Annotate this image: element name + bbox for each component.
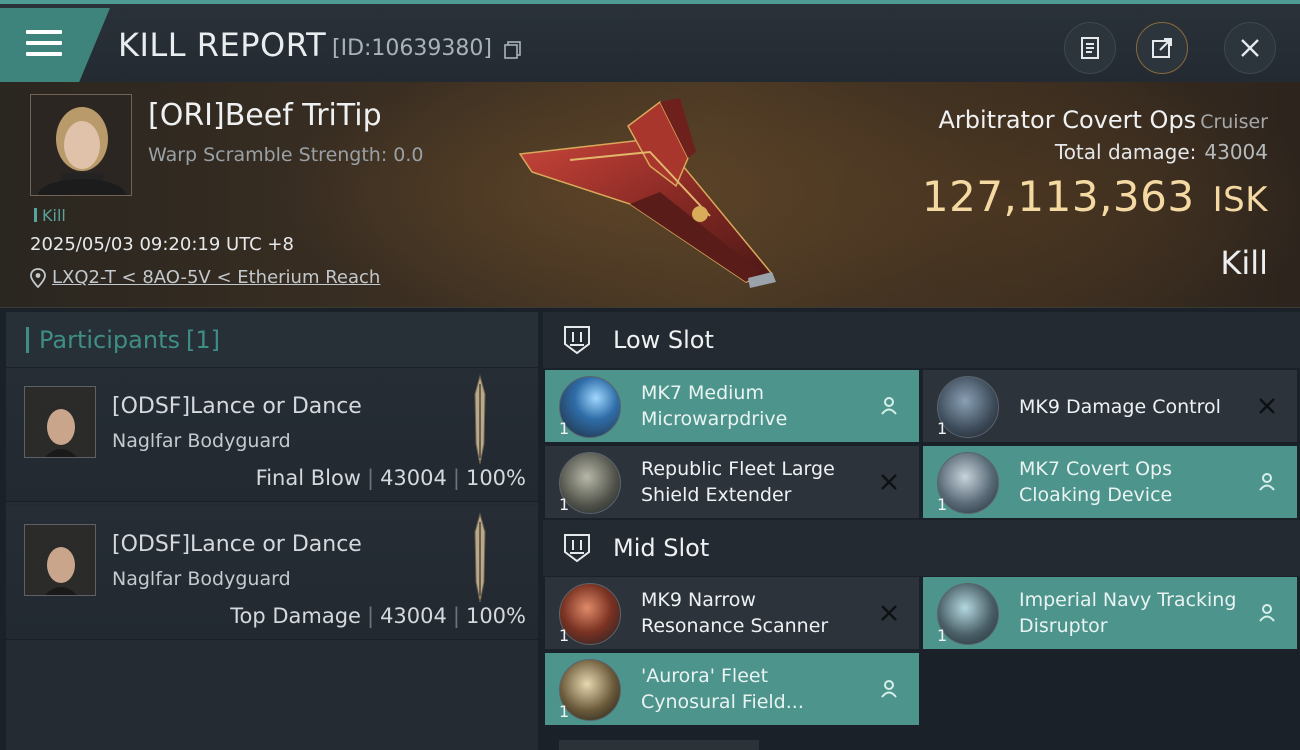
ship-render-icon [518, 98, 776, 288]
module-qty: 1 [937, 626, 948, 645]
dropped-person-icon [1259, 473, 1275, 491]
victim-portrait[interactable] [30, 94, 132, 196]
fitting-panel: Low Slot 1 MK7 Medium Microwarpdrive 1 M… [543, 312, 1300, 750]
module-name: MK7 Medium Microwarpdrive [641, 382, 788, 430]
total-damage-label: Total damage: [1054, 140, 1197, 164]
participants-panel: Participants [1] [ODSF]Lance or Dance Na… [6, 312, 538, 750]
module-item[interactable]: 1 MK7 Medium Microwarpdrive [545, 370, 919, 442]
ship-class: Cruiser [1200, 111, 1268, 133]
module-qty: 1 [937, 495, 948, 514]
total-damage-value: 43004 [1204, 140, 1268, 164]
module-name: Imperial Navy Tracking Disruptor [1019, 589, 1237, 637]
isk-unit: ISK [1212, 180, 1268, 220]
clipboard-button[interactable] [1064, 22, 1116, 74]
participants-title: Participants [39, 325, 180, 354]
warp-scramble-strength: Warp Scramble Strength: 0.0 [148, 144, 424, 166]
module-item[interactable]: 1 Imperial Navy Tracking Disruptor [923, 577, 1297, 649]
module-item[interactable]: 1 Republic Fleet Large Shield Extender [545, 446, 919, 518]
victim-summary: [ORI]Beef TriTip Warp Scramble Strength:… [0, 82, 1300, 308]
report-id: [ID:10639380] [332, 36, 492, 61]
next-section-peek [559, 740, 759, 750]
total-damage: Total damage: 43004 [1055, 140, 1268, 164]
participant-ship: Naglfar Bodyguard [112, 430, 291, 452]
module-item[interactable]: 1 MK9 Damage Control [923, 370, 1297, 442]
kill-datetime: 2025/05/03 09:20:19 UTC +8 [30, 234, 294, 255]
header-bar: KILL REPORT [ID:10639380] [0, 0, 1300, 82]
low-slot-icon [564, 326, 590, 355]
avatar [24, 386, 96, 458]
module-qty: 1 [559, 495, 570, 514]
module-name: Republic Fleet Large Shield Extender [641, 458, 835, 506]
participant-percent: 100% [465, 466, 526, 490]
module-name: MK9 Damage Control [1019, 396, 1221, 418]
kill-result: Kill [1220, 244, 1268, 282]
mid-slot-label: Mid Slot [613, 534, 710, 562]
participant-stats: Top Damage | 43004 | 100% [230, 604, 526, 628]
section-marker [26, 326, 29, 353]
weapon-icon [474, 512, 486, 603]
module-qty: 1 [559, 419, 570, 438]
participant-card[interactable]: [ODSF]Lance or Dance Naglfar Bodyguard T… [6, 506, 538, 640]
participant-card[interactable]: [ODSF]Lance or Dance Naglfar Bodyguard F… [6, 368, 538, 502]
isk-amount: 127,113,363 [921, 172, 1195, 221]
module-qty: 1 [559, 626, 570, 645]
module-item[interactable]: 1 'Aurora' Fleet Cynosural Field... [545, 653, 919, 725]
participant-ship: Naglfar Bodyguard [112, 568, 291, 590]
module-name: MK9 Narrow Resonance Scanner [641, 589, 829, 637]
dropped-person-icon [881, 397, 897, 415]
module-qty: 1 [937, 419, 948, 438]
menu-button[interactable] [0, 8, 110, 82]
participant-percent: 100% [465, 604, 526, 628]
victim-avatar-icon [31, 95, 131, 195]
destroyed-x-icon [881, 605, 897, 621]
share-icon [1152, 38, 1172, 58]
victim-name[interactable]: [ORI]Beef TriTip [148, 98, 382, 133]
low-slot-header: Low Slot [543, 312, 1300, 368]
hamburger-icon [26, 30, 62, 58]
participant-name[interactable]: [ODSF]Lance or Dance [112, 532, 362, 557]
share-button[interactable] [1136, 22, 1188, 74]
participants-header[interactable]: Participants [1] [6, 312, 538, 368]
dropped-person-icon [881, 680, 897, 698]
participant-stats: Final Blow | 43004 | 100% [255, 466, 526, 490]
participant-avatar-icon [25, 387, 95, 457]
location-link[interactable]: LXQ2-T < 8AO-5V < Etherium Reach [52, 267, 380, 288]
participant-role: Top Damage [230, 604, 361, 628]
ship-name-text: Arbitrator Covert Ops [938, 106, 1197, 134]
participant-name[interactable]: [ODSF]Lance or Dance [112, 394, 362, 419]
destroyed-x-icon [1259, 398, 1275, 414]
module-name: 'Aurora' Fleet Cynosural Field... [641, 665, 804, 713]
participants-count: [1] [185, 325, 220, 354]
module-name: MK7 Covert Ops Cloaking Device [1019, 458, 1173, 506]
module-item[interactable]: 1 MK7 Covert Ops Cloaking Device [923, 446, 1297, 518]
close-icon [1241, 39, 1259, 57]
participant-damage: 43004 [380, 466, 447, 490]
avatar [24, 524, 96, 596]
mid-slot-icon [564, 534, 590, 563]
ship-name[interactable]: Arbitrator Covert Ops Cruiser [938, 106, 1268, 134]
copy-icon[interactable] [503, 40, 523, 60]
weapon-icon [474, 374, 486, 465]
low-slot-label: Low Slot [613, 326, 714, 354]
kill-tag: Kill [34, 206, 66, 225]
module-item[interactable]: 1 MK9 Narrow Resonance Scanner [545, 577, 919, 649]
location-pin-icon [30, 267, 46, 288]
close-button[interactable] [1224, 22, 1276, 74]
mid-slot-header: Mid Slot [543, 520, 1300, 576]
participant-avatar-icon [25, 525, 95, 595]
isk-value: 127,113,363 ISK [922, 172, 1268, 221]
clipboard-icon [1081, 37, 1099, 59]
module-qty: 1 [559, 702, 570, 721]
destroyed-x-icon [881, 474, 897, 490]
participant-role: Final Blow [255, 466, 361, 490]
kill-location[interactable]: LXQ2-T < 8AO-5V < Etherium Reach [30, 267, 380, 288]
dropped-person-icon [1259, 604, 1275, 622]
page-title: KILL REPORT [118, 26, 327, 64]
participant-damage: 43004 [380, 604, 447, 628]
